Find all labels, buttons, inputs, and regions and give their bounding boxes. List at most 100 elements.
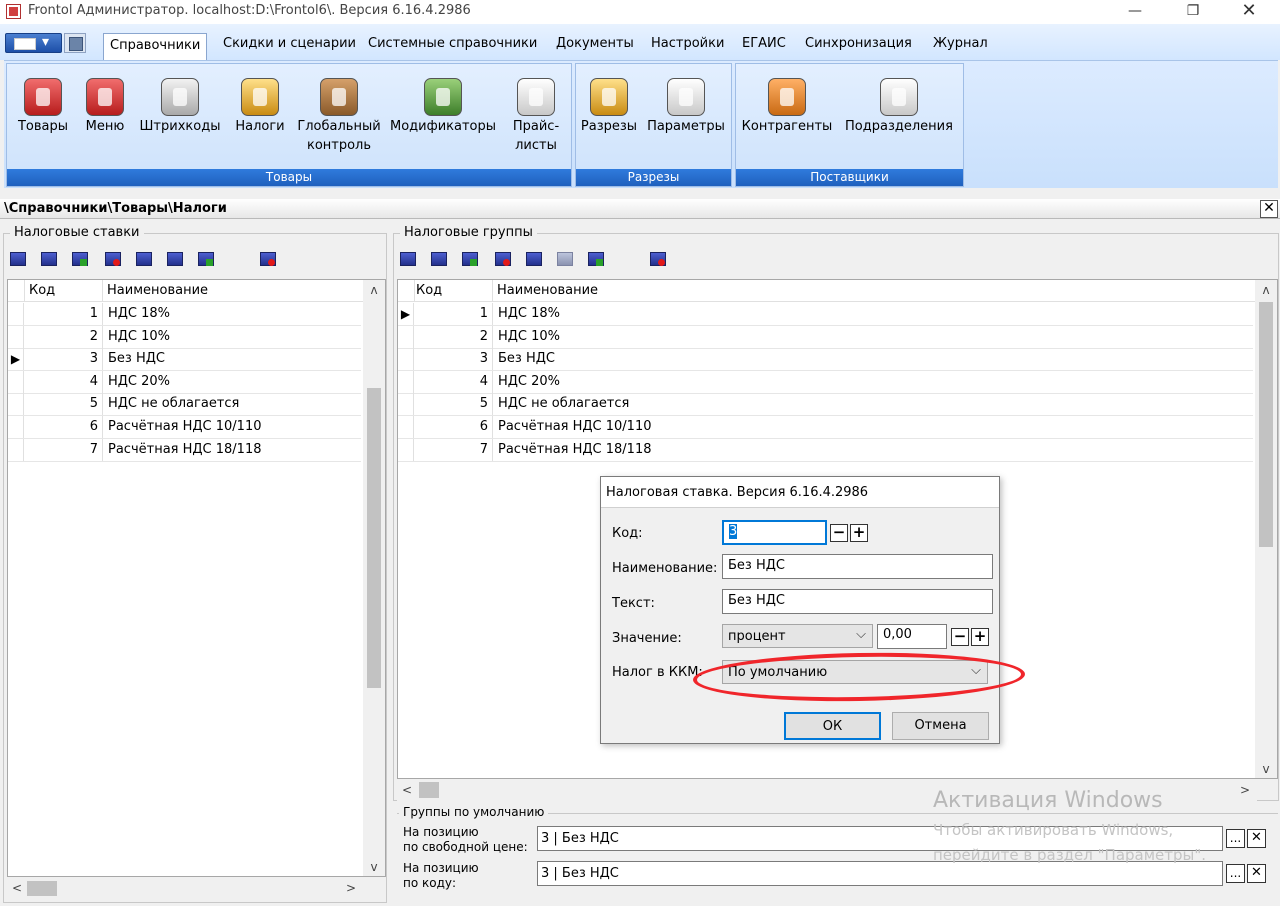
table-row[interactable]: 7 Расчётная НДС 18/118 <box>398 438 1253 462</box>
refresh-icon[interactable] <box>586 249 606 269</box>
filter-icon[interactable] <box>134 249 154 269</box>
value-amount-input[interactable]: 0,00 <box>877 624 947 649</box>
row-indicator <box>8 416 24 438</box>
close-window-button[interactable]: ✕ <box>1226 0 1272 24</box>
row-indicator <box>398 438 414 461</box>
value-type-select[interactable]: процент ⌵ <box>722 624 873 648</box>
table-row[interactable]: 6 Расчётная НДС 10/110 <box>398 416 1253 439</box>
free-price-select-button[interactable]: ... <box>1226 829 1245 848</box>
edit-record-icon[interactable] <box>39 249 59 269</box>
tab-discounts[interactable]: Скидки и сценарии <box>223 36 356 51</box>
column-code[interactable]: Код <box>416 283 442 298</box>
barcodes-button[interactable]: Штрихкоды <box>135 78 225 136</box>
global-control-button[interactable]: Глобальный контроль <box>295 78 383 155</box>
table-row[interactable]: 4 НДС 20% <box>398 370 1253 394</box>
by-code-clear-button[interactable]: ✕ <box>1247 864 1266 883</box>
parameters-button[interactable]: Параметры <box>644 78 728 136</box>
mark-icon[interactable] <box>648 249 668 269</box>
scroll-up-icon[interactable]: ʌ <box>366 283 382 297</box>
table-row[interactable]: 5 НДС не облагается <box>398 393 1253 417</box>
scroll-thumb[interactable] <box>27 881 57 896</box>
tab-system-references[interactable]: Системные справочники <box>368 36 537 51</box>
refresh-icon[interactable] <box>196 249 216 269</box>
tab-journal[interactable]: Журнал <box>933 36 988 51</box>
filter-icon[interactable] <box>524 249 544 269</box>
modifiers-button[interactable]: Модификаторы <box>387 78 499 136</box>
table-row[interactable]: 6 Расчётная НДС 10/110 <box>8 416 361 439</box>
goods-button[interactable]: Товары <box>9 78 77 136</box>
scroll-down-icon[interactable]: v <box>366 860 382 874</box>
text-input[interactable]: Без НДС <box>722 589 993 614</box>
tab-sync[interactable]: Синхронизация <box>805 36 912 51</box>
code-increment-button[interactable]: + <box>850 524 868 542</box>
table-row[interactable]: 7 Расчётная НДС 18/118 <box>8 438 361 462</box>
value-decrement-button[interactable]: − <box>951 628 969 646</box>
table-row[interactable]: ▶ 3 Без НДС <box>8 348 361 372</box>
tab-settings[interactable]: Настройки <box>651 36 724 51</box>
by-code-label: На позицию по коду: <box>403 861 479 891</box>
cell-code: 6 <box>89 419 98 434</box>
coins-icon <box>241 78 279 116</box>
vertical-scrollbar[interactable]: ʌ v <box>363 280 385 876</box>
tab-documents[interactable]: Документы <box>556 36 634 51</box>
add-record-icon[interactable] <box>398 249 418 269</box>
table-row[interactable]: ▶ 1 НДС 18% <box>398 303 1253 326</box>
counterparties-button[interactable]: Контрагенты <box>739 78 835 136</box>
minimize-button[interactable]: — <box>1112 0 1158 24</box>
tax-rates-title: Налоговые ставки <box>10 225 144 240</box>
table-row[interactable]: 1 НДС 18% <box>8 303 361 326</box>
slices-button[interactable]: Разрезы <box>579 78 639 136</box>
taxes-button[interactable]: Налоги <box>229 78 291 136</box>
scroll-right-icon[interactable]: > <box>343 881 359 895</box>
price-lists-button[interactable]: Прайс-листы <box>507 78 565 155</box>
table-row[interactable]: 5 НДС не облагается <box>8 393 361 417</box>
column-name[interactable]: Наименование <box>497 283 598 298</box>
table-row[interactable]: 2 НДС 10% <box>8 325 361 349</box>
cancel-button[interactable]: Отмена <box>892 712 989 740</box>
tab-spravochniki[interactable]: Справочники <box>103 33 208 60</box>
name-input[interactable]: Без НДС <box>722 554 993 579</box>
copy-record-icon[interactable] <box>70 249 90 269</box>
export-icon[interactable] <box>165 249 185 269</box>
scroll-left-icon[interactable]: < <box>9 881 25 895</box>
horizontal-scrollbar[interactable]: < > <box>7 877 363 899</box>
free-price-clear-button[interactable]: ✕ <box>1247 829 1266 848</box>
grid-header: Код Наименование <box>8 280 385 302</box>
value-increment-button[interactable]: + <box>971 628 989 646</box>
scroll-down-icon[interactable]: v <box>1258 762 1274 776</box>
menu-button[interactable]: Меню <box>79 78 131 136</box>
app-menu-button[interactable] <box>5 33 62 53</box>
table-row[interactable]: 4 НДС 20% <box>8 370 361 394</box>
edit-record-icon[interactable] <box>429 249 449 269</box>
column-code[interactable]: Код <box>29 283 55 298</box>
save-icon[interactable] <box>64 33 86 53</box>
by-code-select-button[interactable]: ... <box>1226 864 1245 883</box>
code-input[interactable]: 3 <box>722 520 827 545</box>
close-tab-button[interactable]: ✕ <box>1260 200 1278 218</box>
export-icon[interactable] <box>555 249 575 269</box>
column-name[interactable]: Наименование <box>107 283 208 298</box>
mark-icon[interactable] <box>258 249 278 269</box>
delete-record-icon[interactable] <box>493 249 513 269</box>
scroll-thumb[interactable] <box>367 388 381 688</box>
ok-button[interactable]: ОК <box>784 712 881 740</box>
vertical-scrollbar[interactable]: ʌ v <box>1255 280 1277 778</box>
cell-code: 3 <box>479 351 488 367</box>
app-icon <box>6 4 21 19</box>
scroll-thumb[interactable] <box>1259 302 1273 547</box>
add-record-icon[interactable] <box>8 249 28 269</box>
cell-name: НДС не облагается <box>108 396 240 412</box>
departments-button[interactable]: Подразделения <box>840 78 958 136</box>
table-row[interactable]: 3 Без НДС <box>398 348 1253 372</box>
copy-record-icon[interactable] <box>460 249 480 269</box>
kkm-tax-select[interactable]: По умолчанию ⌵ <box>722 660 988 684</box>
scroll-thumb[interactable] <box>419 782 439 798</box>
scroll-left-icon[interactable]: < <box>399 783 415 797</box>
delete-record-icon[interactable] <box>103 249 123 269</box>
table-row[interactable]: 2 НДС 10% <box>398 325 1253 349</box>
scroll-up-icon[interactable]: ʌ <box>1258 283 1274 297</box>
maximize-button[interactable]: ❐ <box>1170 0 1216 24</box>
tab-egais[interactable]: ЕГАИС <box>742 36 786 51</box>
scroll-right-icon[interactable]: > <box>1237 783 1253 797</box>
code-decrement-button[interactable]: − <box>830 524 848 542</box>
